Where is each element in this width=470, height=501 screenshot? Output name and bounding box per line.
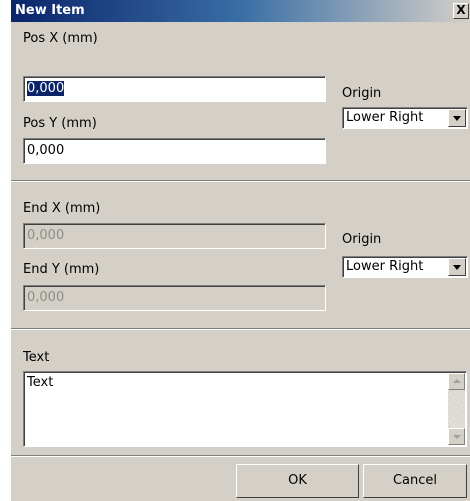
- separator-3: [11, 455, 470, 457]
- end-origin-select[interactable]: Lower Right: [342, 256, 468, 278]
- close-icon: X: [456, 3, 466, 17]
- dialog-title: New Item: [15, 3, 85, 18]
- pos-y-input[interactable]: 0,000: [23, 138, 326, 164]
- chevron-down-icon[interactable]: [448, 109, 466, 127]
- pos-x-input[interactable]: 0,000: [23, 76, 326, 102]
- end-origin-value: Lower Right: [346, 259, 424, 274]
- separator-2: [11, 328, 470, 330]
- scroll-up-icon[interactable]: [448, 373, 465, 390]
- pos-y-label: Pos Y (mm): [23, 116, 97, 131]
- pos-y-value: 0,000: [27, 143, 65, 158]
- start-origin-label: Origin: [342, 86, 382, 101]
- end-y-label: End Y (mm): [23, 262, 100, 277]
- text-area-value: Text: [27, 375, 54, 390]
- vertical-scrollbar[interactable]: [448, 373, 465, 445]
- scroll-down-icon[interactable]: [448, 428, 465, 445]
- text-area[interactable]: Text: [23, 371, 467, 447]
- title-bar[interactable]: New Item X: [11, 0, 470, 22]
- ok-button[interactable]: OK: [236, 464, 359, 498]
- new-item-dialog: New Item X Pos X (mm) 0,000 Pos Y (mm) 0…: [10, 0, 470, 501]
- end-x-input: 0,000: [23, 223, 326, 249]
- separator-1: [11, 180, 470, 182]
- pos-x-value: 0,000: [27, 81, 65, 96]
- start-origin-select[interactable]: Lower Right: [342, 107, 468, 129]
- end-x-label: End X (mm): [23, 201, 101, 216]
- end-origin-label: Origin: [342, 232, 382, 247]
- pos-x-label: Pos X (mm): [23, 31, 98, 46]
- chevron-down-icon[interactable]: [448, 258, 466, 276]
- text-label: Text: [23, 350, 50, 365]
- cancel-button[interactable]: Cancel: [363, 464, 467, 498]
- close-button[interactable]: X: [453, 3, 469, 19]
- end-y-value: 0,000: [27, 290, 65, 305]
- start-origin-value: Lower Right: [346, 110, 424, 125]
- end-y-input: 0,000: [23, 285, 326, 311]
- end-x-value: 0,000: [27, 228, 65, 243]
